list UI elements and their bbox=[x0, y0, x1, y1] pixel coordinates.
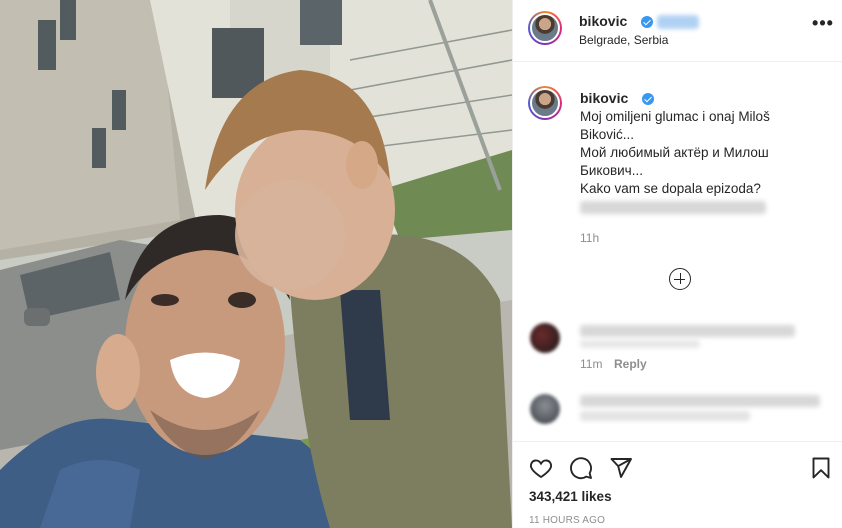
post-photo[interactable] bbox=[0, 0, 512, 528]
caption-username[interactable]: bikovic bbox=[580, 90, 628, 106]
author-username[interactable]: bikovic bbox=[579, 13, 627, 29]
instagram-post: bikovic Belgrade, Serbia ••• bikovic Moj… bbox=[0, 0, 842, 528]
verified-badge-icon bbox=[642, 93, 654, 105]
caption-line: Moj omiljeni glumac i onaj Miloš bbox=[580, 109, 770, 124]
caption-line: Biković... bbox=[580, 127, 635, 142]
caption-line: Мой любимый актёр и Милош bbox=[580, 145, 769, 160]
blurred-comment-text bbox=[580, 411, 750, 421]
caption-avatar[interactable] bbox=[528, 86, 562, 120]
photo-scene bbox=[0, 0, 512, 528]
commenter-avatar[interactable] bbox=[530, 394, 560, 424]
blurred-comment-text bbox=[580, 395, 820, 407]
post-side-panel: bikovic Belgrade, Serbia ••• bikovic Moj… bbox=[512, 0, 842, 528]
more-options-icon[interactable]: ••• bbox=[811, 14, 835, 38]
paper-plane-icon[interactable] bbox=[609, 456, 633, 480]
heart-icon[interactable] bbox=[529, 456, 553, 480]
post-timestamp[interactable]: 11 HOURS AGO bbox=[529, 515, 605, 526]
likes-count[interactable]: 343,421 likes bbox=[529, 489, 612, 504]
plus-circle-icon[interactable] bbox=[669, 268, 691, 290]
blurred-hashtags bbox=[580, 201, 766, 214]
caption-line: Бикович... bbox=[580, 163, 643, 178]
commenter-avatar[interactable] bbox=[530, 323, 560, 353]
bookmark-icon[interactable] bbox=[809, 456, 833, 480]
comment-time[interactable]: 11m bbox=[580, 357, 602, 371]
caption-time[interactable]: 11h bbox=[580, 231, 599, 245]
caption-line: Kako vam se dopala epizoda? bbox=[580, 181, 761, 196]
blurred-follow-button[interactable] bbox=[657, 15, 699, 29]
post-header: bikovic Belgrade, Serbia ••• bbox=[513, 0, 842, 62]
author-avatar[interactable] bbox=[528, 11, 562, 45]
blurred-comment-text bbox=[580, 340, 700, 348]
post-location[interactable]: Belgrade, Serbia bbox=[579, 33, 668, 47]
reply-button[interactable]: Reply bbox=[614, 357, 647, 371]
verified-badge-icon bbox=[641, 16, 653, 28]
blurred-comment-text bbox=[580, 325, 795, 337]
comment-bubble-icon[interactable] bbox=[569, 456, 593, 480]
